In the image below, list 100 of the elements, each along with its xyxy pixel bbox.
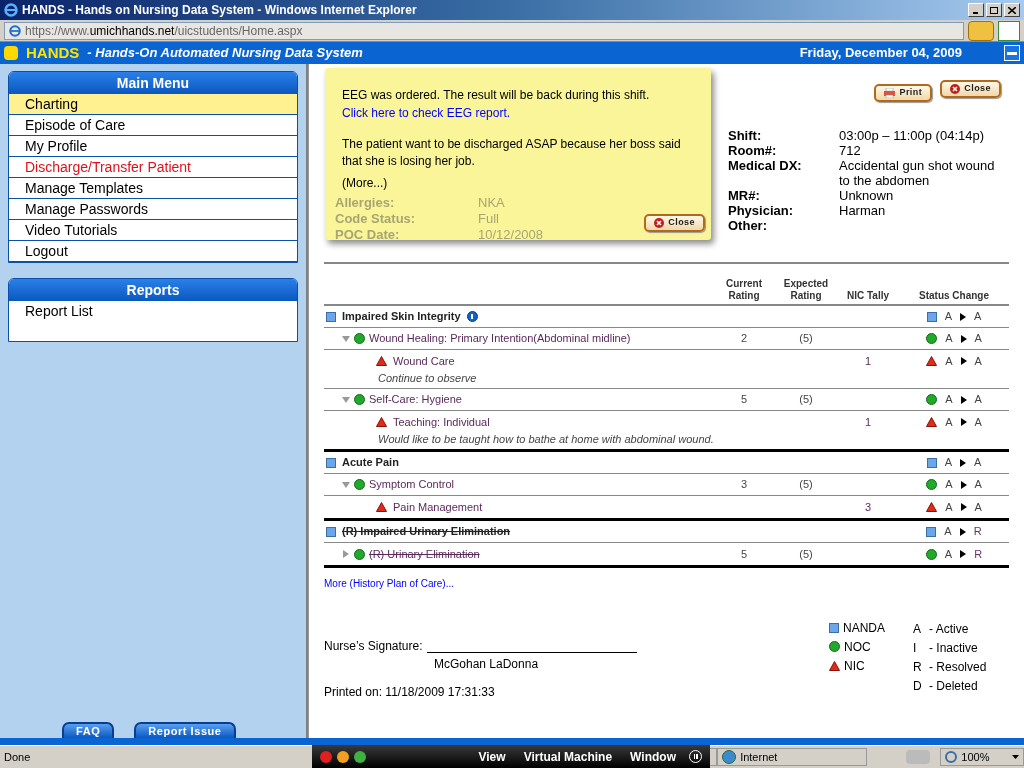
- rating-cell-text: 5: [739, 546, 749, 562]
- circle-icon: [925, 548, 937, 560]
- close-icon: [654, 218, 665, 228]
- circle-icon: [926, 479, 938, 490]
- status-from: A: [945, 331, 953, 347]
- panel-header: Main Menu: [9, 72, 297, 94]
- status-to: A: [974, 392, 982, 408]
- square-icon: [326, 526, 336, 537]
- zoom-light-icon[interactable]: [354, 750, 366, 763]
- browser-icon: [4, 3, 18, 17]
- diagnosis-label[interactable]: (R) Impaired Urinary Elimination: [342, 523, 511, 540]
- legend-label: NANDA: [843, 619, 885, 637]
- sidebar-button[interactable]: Report Issue: [134, 722, 236, 738]
- expanded-arrow-icon[interactable]: [342, 334, 350, 343]
- address-field[interactable]: https://www.umichhands.net/uicstudents/Home.aspx: [4, 21, 964, 40]
- rating-cell-text: 2: [739, 331, 749, 347]
- outcome-label[interactable]: (R) Urinary Elimination: [369, 545, 480, 563]
- arrow-icon: [960, 458, 966, 467]
- square-icon: [326, 457, 336, 468]
- status-from: A: [945, 499, 953, 515]
- outcome-label[interactable]: Symptom Control: [369, 476, 454, 493]
- diagnosis-label[interactable]: Impaired Skin Integrity: [342, 308, 461, 325]
- legend-label: NOC: [844, 638, 871, 656]
- close-button[interactable]: Close: [644, 214, 705, 232]
- arrow-icon: [960, 334, 967, 343]
- status-to: A: [974, 477, 982, 493]
- patient-value: 10/12/2008: [478, 227, 544, 243]
- date-text: Friday, December 04, 2009: [799, 44, 962, 63]
- more-link[interactable]: (More...): [342, 174, 694, 192]
- minimize-light-icon[interactable]: [337, 750, 349, 763]
- info-label: Other:: [728, 218, 768, 233]
- status-to: R: [973, 524, 982, 540]
- triangle-icon: [926, 417, 938, 427]
- circle-icon: [926, 394, 938, 405]
- vm-menu[interactable]: View: [478, 747, 506, 766]
- outcome-label[interactable]: Wound Healing: Primary Intention(Abdominal midline): [369, 330, 631, 347]
- maximize-button[interactable]: [986, 3, 1002, 17]
- triangle-icon: [376, 502, 387, 512]
- info-icon[interactable]: [466, 311, 478, 322]
- info-value: Unknown: [839, 188, 895, 203]
- status-from: A: [945, 392, 953, 408]
- status-code: I: [913, 640, 918, 654]
- status-label: - Deleted: [929, 678, 978, 692]
- zoom-control[interactable]: 100%: [940, 748, 1024, 766]
- legend-label: NIC: [844, 657, 865, 675]
- status-to: R: [974, 546, 983, 562]
- status-from: A: [944, 524, 952, 540]
- close-button[interactable]: [1004, 3, 1020, 17]
- menu-item[interactable]: Charting: [9, 94, 297, 115]
- status-code: D: [913, 678, 923, 692]
- column-header: Expected Rating: [782, 278, 830, 302]
- diagnosis-label[interactable]: Acute Pain: [342, 454, 399, 471]
- triangle-icon: [376, 356, 387, 366]
- maximize-icon: [990, 6, 998, 14]
- intervention-label[interactable]: Pain Management: [393, 498, 483, 516]
- print-button[interactable]: Print: [874, 84, 933, 102]
- patient-label: Allergies:: [335, 195, 396, 211]
- rating-cell-text: 5: [739, 392, 749, 408]
- patient-value: NKA: [478, 195, 505, 211]
- circle-icon: [926, 333, 938, 344]
- triangle-icon: [926, 356, 938, 366]
- close-light-icon[interactable]: [320, 750, 332, 763]
- status-label: - Resolved: [929, 659, 987, 673]
- patient-label: POC Date:: [335, 227, 401, 243]
- legend-icon: [829, 622, 839, 633]
- status-to: A: [974, 353, 982, 369]
- square-icon: [326, 311, 336, 322]
- nurse-name: McGohan LaDonna: [433, 656, 540, 673]
- menu-item[interactable]: Report List: [9, 301, 297, 322]
- vm-menu[interactable]: Window: [630, 747, 676, 766]
- minimize-button[interactable]: [968, 3, 984, 17]
- status-to: A: [974, 414, 982, 430]
- vm-menu[interactable]: Virtual Machine: [523, 747, 613, 766]
- column-header: Status Change: [918, 290, 990, 302]
- expanded-arrow-icon[interactable]: [342, 480, 350, 489]
- legend-icon: [829, 641, 840, 652]
- intervention-note: Would like to be taught how to bathe at home with abdominal wound.: [377, 433, 715, 445]
- intervention-label[interactable]: Wound Care: [393, 352, 455, 370]
- printer-icon: [884, 88, 896, 98]
- intervention-label[interactable]: Teaching: Individual: [393, 413, 490, 431]
- close-icon: [1008, 6, 1016, 14]
- arrow-icon: [960, 357, 967, 365]
- signature-label: Nurse’s Signature:: [324, 638, 423, 655]
- info-label: Shift:: [728, 128, 763, 143]
- collapsed-arrow-icon[interactable]: [342, 550, 350, 558]
- legend-icon: [829, 660, 840, 671]
- status-from: A: [945, 477, 953, 493]
- outcome-label[interactable]: Self-Care: Hygiene: [369, 391, 462, 408]
- status-code: R: [913, 659, 923, 673]
- status-from: A: [945, 353, 953, 369]
- sidebar-button[interactable]: FAQ: [62, 722, 115, 738]
- logo-text: HANDS: [26, 42, 80, 63]
- tally-cell-text: 3: [863, 499, 873, 515]
- collapse-button[interactable]: [1004, 45, 1020, 61]
- history-link[interactable]: More (History Plan of Care)...: [324, 576, 1009, 591]
- eeg-report-link[interactable]: Click here to check EEG report.: [342, 104, 694, 122]
- expanded-arrow-icon[interactable]: [342, 395, 350, 404]
- arrow-icon: [959, 527, 966, 536]
- rating-cell-text: 3: [739, 477, 749, 493]
- close-button[interactable]: Close: [940, 80, 1001, 98]
